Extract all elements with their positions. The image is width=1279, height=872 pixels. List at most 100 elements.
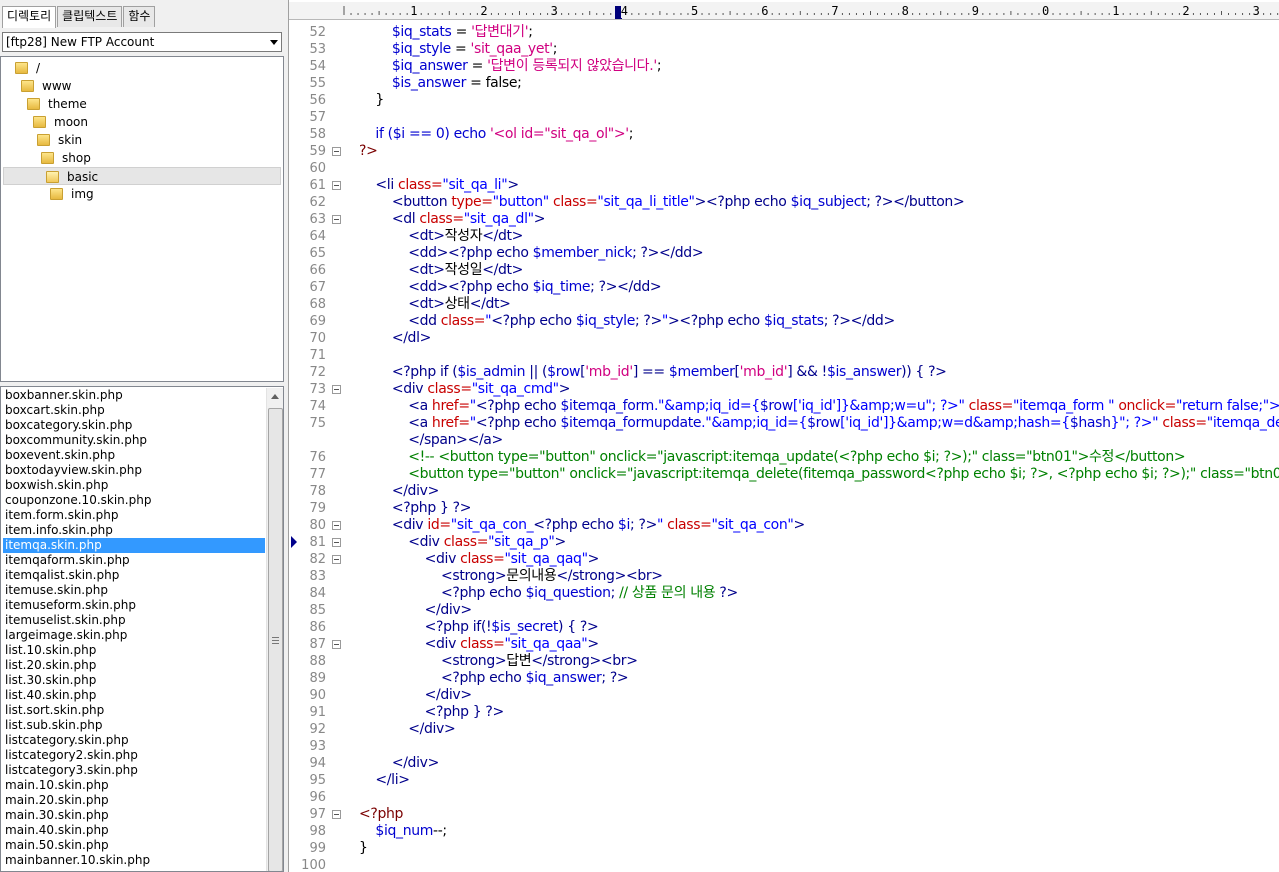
code-line[interactable]: <strong>답변</strong><br> [359,653,638,670]
file-list-item[interactable]: boxcart.skin.php [3,403,265,418]
file-list-item[interactable]: listcategory.skin.php [3,733,265,748]
code-line[interactable]: </div> [359,483,439,500]
code-line[interactable]: <?php if(!$is_secret) { ?> [359,619,599,636]
code-line[interactable]: </div> [359,687,472,704]
code-line[interactable]: <dd><?php echo $member_nick; ?></dd> [359,245,703,262]
scroll-up-icon[interactable] [271,394,279,399]
file-list-item[interactable]: itemuse.skin.php [3,583,265,598]
directory-tree[interactable]: / www theme moon skin shop basic img [0,56,284,382]
code-line[interactable]: <?php } ?> [359,704,505,721]
fold-toggle-icon[interactable] [332,181,341,190]
code-line[interactable]: </li> [359,772,410,789]
fold-toggle-icon[interactable] [332,538,341,547]
code-line[interactable]: <div class="sit_qa_qaq"> [359,551,600,568]
file-list-item[interactable]: list.sort.skin.php [3,703,265,718]
file-list-item[interactable]: itemqalist.skin.php [3,568,265,583]
code-line[interactable]: <div class="sit_qa_p"> [359,534,566,551]
file-list-item[interactable]: list.20.skin.php [3,658,265,673]
code-line[interactable]: </div> [359,755,439,772]
tree-node-theme[interactable]: theme [1,95,281,113]
file-list-item[interactable]: boxcategory.skin.php [3,418,265,433]
code-line[interactable]: $iq_style = 'sit_qaa_yet'; [359,41,558,58]
file-list-item[interactable]: boxcommunity.skin.php [3,433,265,448]
ftp-account-select[interactable]: [ftp28] New FTP Account [2,32,282,52]
file-list-item[interactable]: main.50.skin.php [3,838,265,853]
file-list-item[interactable]: main.40.skin.php [3,823,265,838]
code-line[interactable]: <div class="sit_qa_qaa"> [359,636,600,653]
fold-toggle-icon[interactable] [332,521,341,530]
file-list-item[interactable]: itemuseform.skin.php [3,598,265,613]
fold-toggle-icon[interactable] [332,147,341,156]
fold-toggle-icon[interactable] [332,555,341,564]
file-list-item[interactable]: main.10.skin.php [3,778,265,793]
file-list-item[interactable]: largeimage.skin.php [3,628,265,643]
tab-directory[interactable]: 디렉토리 [2,6,57,28]
code-line[interactable]: <dt>작성자</dt> [359,228,523,245]
code-line[interactable]: <dd><?php echo $iq_time; ?></dd> [359,279,661,296]
tab-functions[interactable]: 함수 [123,6,156,27]
code-editor[interactable]: 1234567890123 52 53 54 55 56 57 58 59 60 61 62 63 64… [288,0,1279,872]
code-line[interactable]: <div id="sit_qa_con_<?php echo $i; ?>" c… [359,517,805,534]
code-line[interactable]: <dt>상태</dt> [359,296,511,313]
code-line[interactable]: $is_answer = false; [359,75,522,92]
tree-node-basic[interactable]: basic [3,167,281,185]
tree-node-skin[interactable]: skin [1,131,281,149]
code-line[interactable]: $iq_num--; [359,823,447,840]
code-line[interactable]: <div class="sit_qa_cmd"> [359,381,571,398]
file-list-item[interactable]: main.30.skin.php [3,808,265,823]
code-line[interactable]: <button type="button" onclick="javascrip… [359,466,1279,483]
code-line[interactable]: </dl> [359,330,432,347]
file-list-item[interactable]: list.sub.skin.php [3,718,265,733]
code-line[interactable]: </div> [359,721,455,738]
file-list-item[interactable]: item.info.skin.php [3,523,265,538]
fold-toggle-icon[interactable] [332,385,341,394]
code-line[interactable]: if ($i == 0) echo '<ol id="sit_qa_ol">'; [359,126,633,143]
file-list-scrollbar[interactable] [266,388,283,871]
code-line[interactable]: <button type="button" class="sit_qa_li_t… [359,194,965,211]
tree-node-moon[interactable]: moon [1,113,281,131]
code-line[interactable]: } [359,840,368,857]
code-line[interactable]: <?php [359,806,403,823]
tree-node-shop[interactable]: shop [1,149,281,167]
fold-toggle-icon[interactable] [332,810,341,819]
code-line[interactable]: <?php echo $iq_answer; ?> [359,670,629,687]
file-list-item[interactable]: list.40.skin.php [3,688,265,703]
tab-cliptext[interactable]: 클립텍스트 [57,6,123,27]
file-list-item[interactable]: list.30.skin.php [3,673,265,688]
file-list-item[interactable]: boxwish.skin.php [3,478,265,493]
code-line[interactable]: <?php echo $iq_question; // 상품 문의 내용 ?> [359,585,738,602]
fold-toggle-icon[interactable] [332,215,341,224]
file-list-item[interactable]: itemqa.skin.php [3,538,265,553]
code-line[interactable]: $iq_answer = '답변이 등록되지 않았습니다.'; [359,58,662,75]
code-line[interactable]: $iq_stats = '답변대기'; [359,24,533,41]
scrollbar-thumb[interactable] [268,408,283,871]
file-list-item[interactable]: main.20.skin.php [3,793,265,808]
chevron-down-icon[interactable] [270,40,278,45]
code-line[interactable]: <dt>작성일</dt> [359,262,523,279]
code-line[interactable]: <li class="sit_qa_li"> [359,177,519,194]
file-list-item[interactable]: mainbanner.10.skin.php [3,853,265,868]
file-list-item[interactable]: boxevent.skin.php [3,448,265,463]
file-list-item[interactable]: list.10.skin.php [3,643,265,658]
file-list-item[interactable]: boxtodayview.skin.php [3,463,265,478]
code-line[interactable]: <a href= " <?php echo $itemqa_formupdate."… [359,415,1279,432]
file-list-item[interactable]: item.form.skin.php [3,508,265,523]
tree-node-[interactable]: / [1,59,281,77]
file-list-item[interactable]: boxbanner.skin.php [3,388,265,403]
code-line[interactable]: <dl class="sit_qa_dl"> [359,211,546,228]
code-line[interactable]: <strong>문의내용</strong><br> [359,568,663,585]
file-list[interactable]: boxbanner.skin.php boxcart.skin.php boxcat… [0,386,284,872]
file-list-item[interactable]: itemuselist.skin.php [3,613,265,628]
code-line[interactable]: </span></a> [359,432,503,449]
code-line[interactable]: } [359,92,384,109]
code-line[interactable]: <?php } ?> [359,500,472,517]
tree-node-img[interactable]: img [1,185,281,203]
code-line[interactable]: </div> [359,602,472,619]
code-line[interactable]: <dd class="<?php echo $iq_style; ?>"><?p… [359,313,895,330]
fold-toggle-icon[interactable] [332,640,341,649]
file-list-item[interactable]: listcategory2.skin.php [3,748,265,763]
code-line[interactable]: <!-- <button type="button" onclick="java… [359,449,1185,466]
code-line[interactable]: ?> [359,143,378,160]
file-list-item[interactable]: couponzone.10.skin.php [3,493,265,508]
file-list-item[interactable]: listcategory3.skin.php [3,763,265,778]
